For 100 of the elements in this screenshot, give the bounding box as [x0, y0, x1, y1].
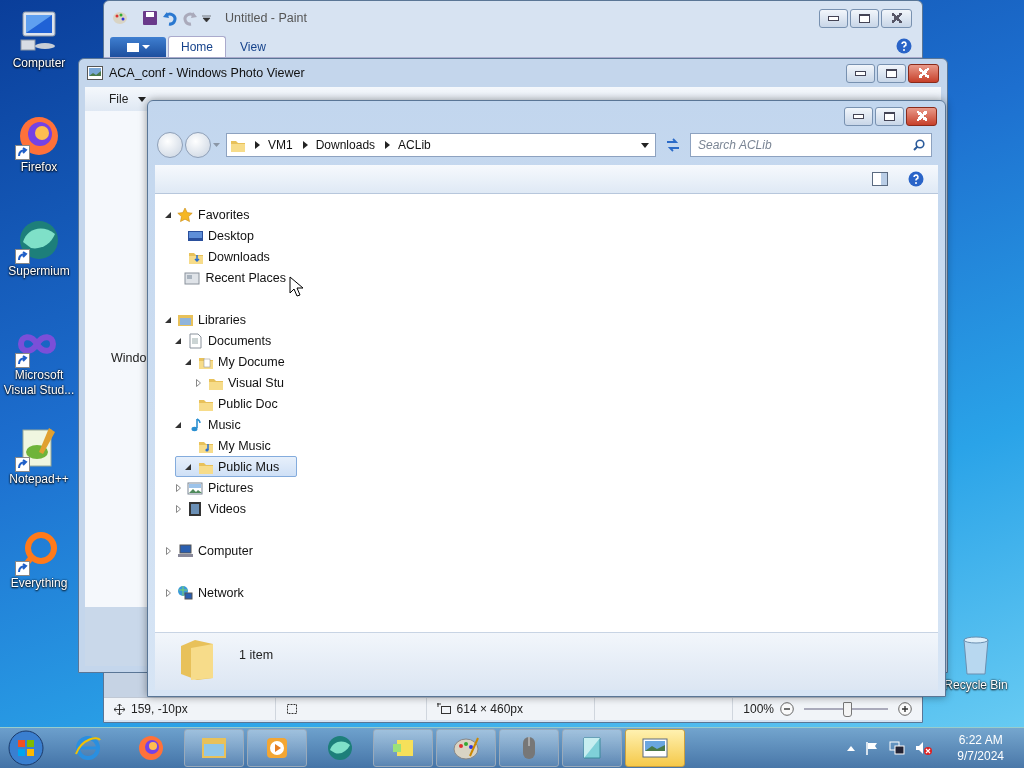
recent-places-icon: [184, 269, 201, 286]
film-strip-icon: [187, 500, 203, 517]
firefox-icon: [137, 734, 165, 762]
paint-menu-button[interactable]: [110, 37, 166, 57]
tree-item[interactable]: Network: [155, 582, 277, 603]
tree-item[interactable]: Visual Stu: [185, 372, 299, 393]
menu-button[interactable]: File: [109, 92, 147, 106]
zoom-in-button[interactable]: [898, 702, 912, 716]
breadcrumb-item[interactable]: ACLib: [398, 138, 431, 152]
selection-icon: [286, 703, 299, 715]
paint-palette-icon[interactable]: [112, 10, 128, 26]
network-icon: [177, 584, 193, 601]
cursor-position: 159, -10px: [131, 702, 188, 716]
viewer-message: Windo: [111, 351, 147, 365]
expanded-arrow-icon[interactable]: [165, 211, 171, 218]
maximize-button[interactable]: [875, 106, 904, 126]
collapsed-arrow-icon[interactable]: [195, 378, 201, 387]
breadcrumb-item[interactable]: VM1: [268, 138, 293, 152]
ribbon-tab[interactable]: Home: [168, 36, 226, 57]
preview-pane-icon[interactable]: [872, 172, 888, 186]
desktop-icon-label[interactable]: Firefox: [20, 160, 58, 175]
dropdown-caret-icon[interactable]: [202, 14, 211, 22]
image-size: 614 × 460px: [456, 702, 523, 716]
minimize-button[interactable]: [844, 106, 873, 126]
supermium-icon: [326, 734, 354, 762]
tree-item[interactable]: Desktop: [165, 225, 287, 246]
search-field[interactable]: Search ACLib: [690, 133, 932, 157]
desktop-icon-label[interactable]: Everything: [10, 576, 68, 591]
chevron-icon[interactable]: [385, 141, 391, 149]
ribbon-tab[interactable]: View: [228, 37, 278, 57]
desktop-icon-label[interactable]: Computer: [12, 56, 66, 71]
start-button[interactable]: [6, 728, 46, 768]
expanded-arrow-icon[interactable]: [185, 358, 191, 365]
tree-item[interactable]: Favorites: [155, 204, 277, 225]
tree-item[interactable]: Public Mus: [175, 456, 297, 477]
item-count: 1 item: [239, 648, 274, 662]
desktop-icon-label[interactable]: Notepad++: [9, 472, 69, 487]
network-icon[interactable]: [889, 741, 906, 755]
tree-item[interactable]: Libraries: [155, 309, 277, 330]
clock-date[interactable]: 9/7/2024: [957, 748, 1004, 764]
move-cursor-icon: [114, 703, 125, 715]
show-hidden-icons-button[interactable]: [847, 745, 856, 751]
expanded-arrow-icon[interactable]: [175, 421, 181, 428]
maximize-button[interactable]: [877, 63, 906, 83]
taskbar-app-button[interactable]: [247, 729, 307, 767]
search-icon[interactable]: [913, 139, 925, 151]
taskbar-app-button[interactable]: [436, 729, 496, 767]
dropdown-caret-icon[interactable]: [641, 142, 649, 148]
close-button[interactable]: [881, 8, 912, 28]
canvas-size-icon: [436, 703, 451, 715]
undo-icon[interactable]: [162, 10, 178, 26]
desktop-icon-label[interactable]: Recycle Bin: [944, 678, 1008, 693]
expanded-arrow-icon[interactable]: [175, 337, 181, 344]
zoom-level: 100%: [743, 702, 774, 716]
collapsed-arrow-icon[interactable]: [175, 504, 181, 513]
minimize-button[interactable]: [846, 63, 875, 83]
mouse-pointer-icon: [289, 276, 303, 297]
refresh-icon[interactable]: [664, 137, 682, 153]
tree-item[interactable]: Pictures: [165, 477, 287, 498]
save-icon[interactable]: [142, 10, 158, 26]
computer-icon: [177, 542, 193, 559]
help-icon[interactable]: [908, 171, 924, 187]
tree-item[interactable]: My Music: [175, 435, 297, 456]
desktop-icon-label[interactable]: Supermium: [8, 264, 70, 279]
tree-item[interactable]: Computer: [155, 540, 277, 561]
document-icon: [187, 332, 203, 349]
expanded-arrow-icon[interactable]: [185, 463, 191, 470]
collapsed-arrow-icon[interactable]: [175, 483, 181, 492]
flag-icon[interactable]: [865, 741, 880, 755]
desktop-icon-label[interactable]: Microsoft Visual Stud...: [0, 368, 78, 398]
photo-viewer-icon: [87, 66, 103, 80]
tree-item[interactable]: My Docume: [175, 351, 297, 372]
expanded-arrow-icon[interactable]: [165, 316, 171, 323]
address-bar[interactable]: VM1 Downloads ACLib: [226, 133, 656, 157]
zoom-slider-thumb[interactable]: [843, 702, 852, 717]
taskbar-app-button[interactable]: [562, 729, 622, 767]
help-icon[interactable]: [896, 38, 912, 54]
internet-explorer-icon: [74, 734, 102, 762]
tree-item[interactable]: Documents: [165, 330, 287, 351]
pictures-icon: [187, 479, 203, 496]
collapsed-arrow-icon[interactable]: [165, 546, 171, 555]
zoom-out-button[interactable]: [780, 702, 794, 716]
window-title: Untitled - Paint: [225, 11, 307, 25]
taskbar-app-button[interactable]: [625, 729, 685, 767]
chevron-icon[interactable]: [302, 141, 308, 149]
close-button[interactable]: [908, 63, 939, 83]
close-button[interactable]: [906, 106, 937, 126]
minimize-button[interactable]: [819, 8, 848, 28]
tree-item[interactable]: Public Doc: [175, 393, 297, 414]
taskbar-app-button[interactable]: [373, 729, 433, 767]
tree-item[interactable]: Downloads: [165, 246, 287, 267]
collapsed-arrow-icon[interactable]: [165, 588, 171, 597]
speaker-muted-icon[interactable]: [915, 741, 934, 755]
tree-item[interactable]: Music: [165, 414, 287, 435]
chevron-icon[interactable]: [255, 141, 260, 149]
maximize-button[interactable]: [850, 8, 879, 28]
tree-item[interactable]: Recent Places: [165, 267, 287, 288]
tree-item[interactable]: Videos: [165, 498, 287, 519]
star-icon: [177, 206, 193, 223]
breadcrumb-item[interactable]: Downloads: [315, 138, 376, 152]
